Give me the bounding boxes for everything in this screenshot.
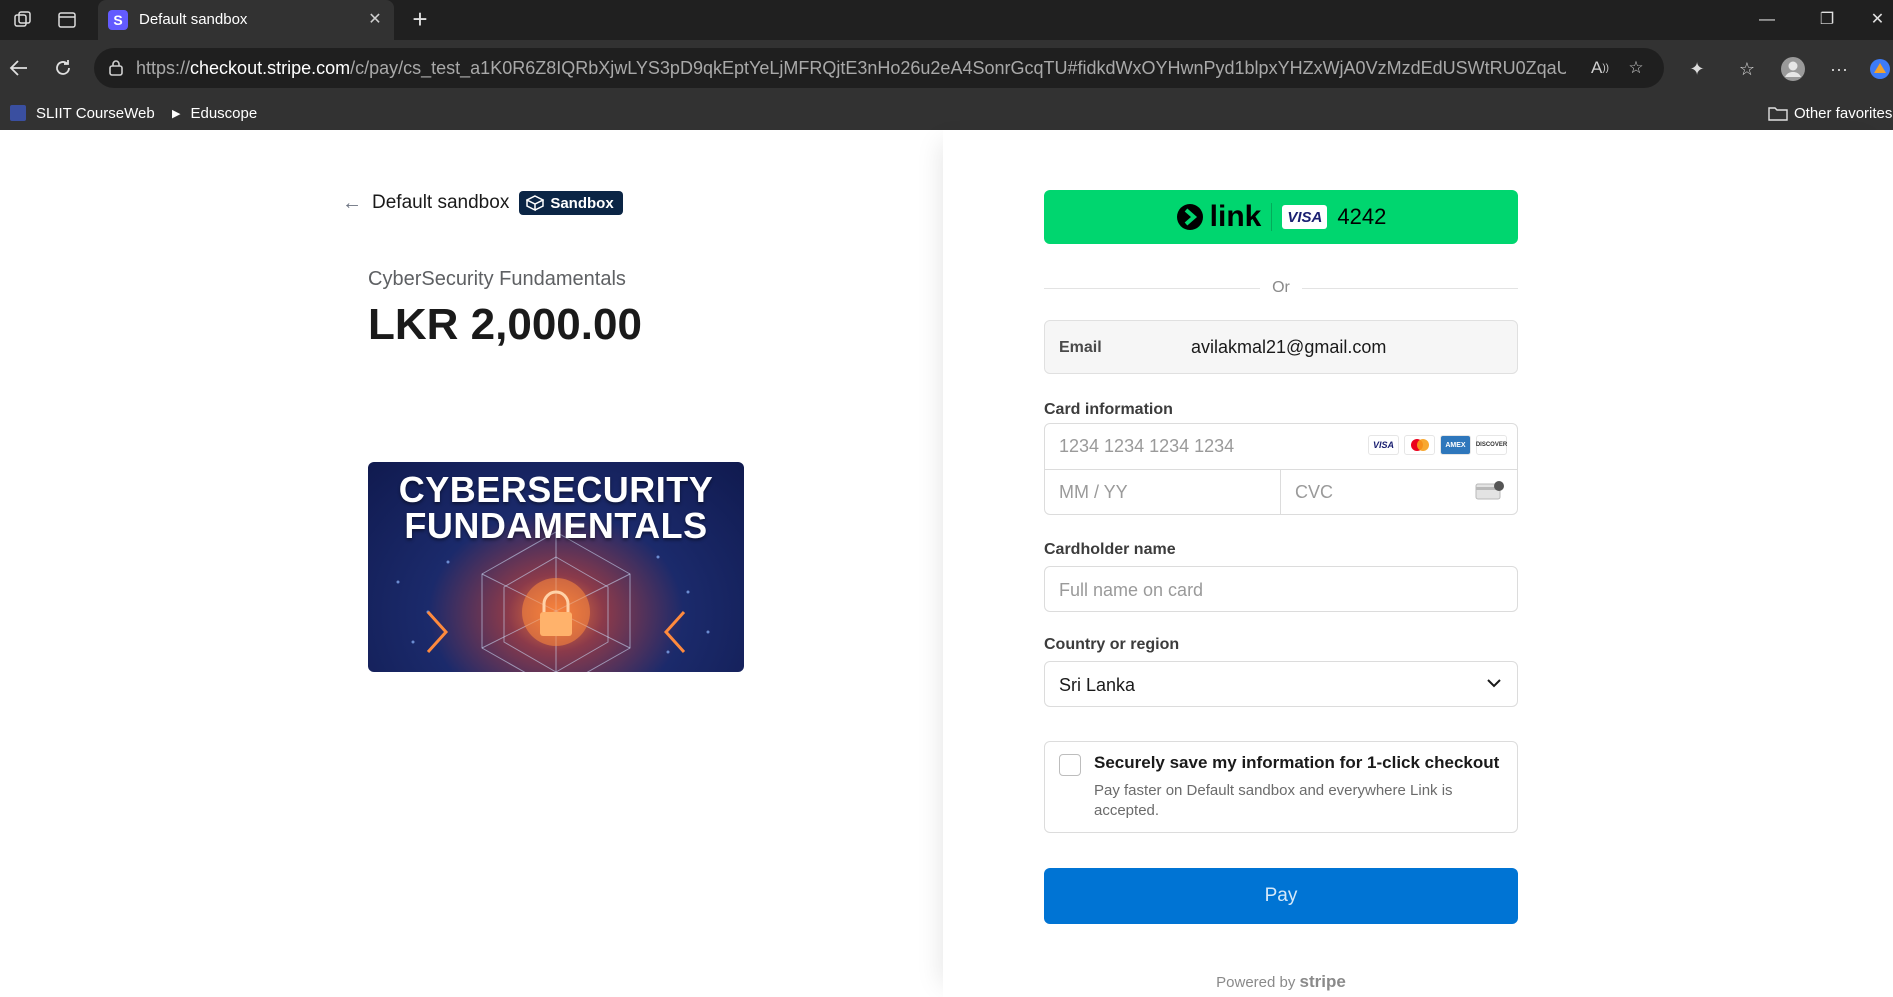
play-icon: ▶ bbox=[172, 107, 181, 120]
or-divider: Or bbox=[1044, 276, 1518, 300]
cvc-card-icon bbox=[1475, 480, 1505, 500]
new-tab-button[interactable]: + bbox=[406, 6, 434, 34]
more-options-icon[interactable]: ··· bbox=[1824, 54, 1854, 84]
product-name: CyberSecurity Fundamentals bbox=[368, 268, 626, 290]
back-to-merchant-link[interactable]: ← Default sandbox Sandbox bbox=[342, 190, 623, 216]
extensions-icon[interactable]: ✦ bbox=[1682, 54, 1712, 84]
copilot-icon[interactable] bbox=[1866, 54, 1893, 84]
visa-icon: VISA bbox=[1368, 435, 1399, 455]
site-info-icon[interactable] bbox=[104, 57, 128, 79]
other-favorites[interactable]: Other favorites bbox=[1768, 103, 1892, 123]
email-label: Email bbox=[1059, 339, 1102, 356]
card-divider bbox=[1280, 469, 1281, 514]
card-divider bbox=[1045, 469, 1517, 470]
profile-avatar[interactable] bbox=[1778, 54, 1808, 84]
bookmark-label: SLIIT CourseWeb bbox=[36, 104, 155, 122]
save-info-checkbox[interactable] bbox=[1059, 754, 1081, 776]
save-info-option[interactable]: Securely save my information for 1-click… bbox=[1044, 741, 1518, 833]
card-number-input[interactable]: 1234 1234 1234 1234 bbox=[1059, 436, 1234, 457]
cardholder-name-input[interactable]: Full name on card bbox=[1044, 566, 1518, 612]
favorites-icon[interactable]: ☆ bbox=[1732, 54, 1762, 84]
expiry-input[interactable]: MM / YY bbox=[1059, 482, 1128, 503]
image-title: CYBERSECURITY FUNDAMENTALS bbox=[368, 472, 744, 544]
tab-title: Default sandbox bbox=[139, 11, 248, 28]
address-bar[interactable]: https://checkout.stripe.com/c/pay/cs_tes… bbox=[94, 48, 1664, 88]
cvc-input[interactable]: CVC bbox=[1295, 482, 1333, 503]
restore-button[interactable]: ❐ bbox=[1804, 8, 1850, 32]
back-button[interactable] bbox=[4, 54, 34, 82]
link-arrow-icon bbox=[1176, 204, 1203, 230]
cardholder-name-label: Cardholder name bbox=[1044, 541, 1176, 558]
product-price: LKR 2,000.00 bbox=[368, 300, 642, 349]
sliit-logo-icon bbox=[10, 105, 26, 121]
payment-pane bbox=[943, 130, 1893, 997]
back-arrow-icon: ← bbox=[342, 191, 362, 214]
browser-toolbar: https://checkout.stripe.com/c/pay/cs_tes… bbox=[0, 40, 1893, 96]
cardholder-placeholder: Full name on card bbox=[1059, 580, 1204, 600]
country-value: Sri Lanka bbox=[1059, 675, 1136, 695]
sandbox-badge-label: Sandbox bbox=[550, 194, 614, 212]
bookmark-eduscope[interactable]: ▶ Eduscope bbox=[172, 103, 257, 123]
link-word: link bbox=[1209, 200, 1262, 233]
link-separator bbox=[1271, 203, 1273, 231]
card-information-label: Card information bbox=[1044, 401, 1173, 418]
bookmark-label: Eduscope bbox=[190, 104, 258, 122]
discover-icon: DISCOVER bbox=[1476, 435, 1507, 455]
minimize-button[interactable]: — bbox=[1744, 8, 1790, 32]
card-brand-icons: VISA AMEX DISCOVER bbox=[1368, 435, 1507, 455]
email-field[interactable]: Email avilakmal21@gmail.com bbox=[1044, 320, 1518, 374]
cube-icon bbox=[526, 195, 545, 211]
divider-line bbox=[1301, 287, 1518, 289]
mastercard-icon bbox=[1404, 435, 1435, 455]
card-information-group: 1234 1234 1234 1234 VISA AMEX DISCOVER M… bbox=[1044, 423, 1518, 515]
powered-by-text: Powered by bbox=[1216, 974, 1296, 991]
save-info-title: Securely save my information for 1-click… bbox=[1094, 753, 1500, 772]
chevron-down-icon bbox=[1487, 679, 1501, 688]
favorite-star-icon[interactable]: ☆ bbox=[1624, 57, 1648, 79]
image-title-line2: FUNDAMENTALS bbox=[404, 505, 708, 546]
other-favorites-label: Other favorites bbox=[1794, 104, 1893, 122]
pay-button[interactable]: Pay bbox=[1044, 868, 1518, 924]
product-image: CYBERSECURITY FUNDAMENTALS bbox=[368, 462, 744, 672]
or-text: Or bbox=[1272, 279, 1290, 296]
sandbox-badge: Sandbox bbox=[519, 191, 623, 215]
stripe-favicon-icon: S bbox=[108, 10, 128, 30]
workspaces-icon[interactable] bbox=[10, 8, 36, 32]
checkout-page: ← Default sandbox Sandbox CyberSecurity … bbox=[0, 130, 1893, 997]
amex-icon: AMEX bbox=[1440, 435, 1471, 455]
country-select[interactable]: Sri Lanka bbox=[1044, 661, 1518, 707]
powered-by-stripe[interactable]: Powered by stripe bbox=[1044, 972, 1518, 992]
bookmark-sliit-courseweb[interactable]: SLIIT CourseWeb bbox=[10, 103, 155, 123]
link-pay-button[interactable]: link VISA 4242 bbox=[1044, 190, 1518, 244]
url-text: https://checkout.stripe.com/c/pay/cs_tes… bbox=[136, 58, 1566, 78]
tab-actions-icon[interactable] bbox=[54, 8, 80, 32]
divider-line bbox=[1044, 287, 1261, 289]
close-tab-icon[interactable]: ✕ bbox=[364, 9, 386, 31]
link-logo: link bbox=[1176, 200, 1262, 234]
bookmarks-bar: SLIIT CourseWeb ▶ Eduscope Other favorit… bbox=[0, 96, 1893, 130]
country-label: Country or region bbox=[1044, 636, 1180, 653]
stripe-logo: stripe bbox=[1299, 972, 1346, 991]
image-title-line1: CYBERSECURITY bbox=[398, 469, 714, 510]
read-aloud-icon[interactable]: A)) bbox=[1588, 57, 1612, 79]
save-info-subtitle: Pay faster on Default sandbox and everyw… bbox=[1094, 782, 1453, 819]
folder-icon bbox=[1768, 107, 1788, 121]
merchant-name: Default sandbox bbox=[372, 192, 510, 213]
tab-default-sandbox[interactable]: S Default sandbox ✕ bbox=[98, 0, 394, 40]
browser-tab-bar: S Default sandbox ✕ + — ❐ ✕ bbox=[0, 0, 1893, 40]
refresh-button[interactable] bbox=[48, 54, 78, 82]
visa-card-icon: VISA bbox=[1282, 205, 1328, 229]
email-value: avilakmal21@gmail.com bbox=[1191, 337, 1387, 357]
link-card-last4: 4242 bbox=[1337, 204, 1387, 229]
close-window-button[interactable]: ✕ bbox=[1862, 8, 1893, 32]
